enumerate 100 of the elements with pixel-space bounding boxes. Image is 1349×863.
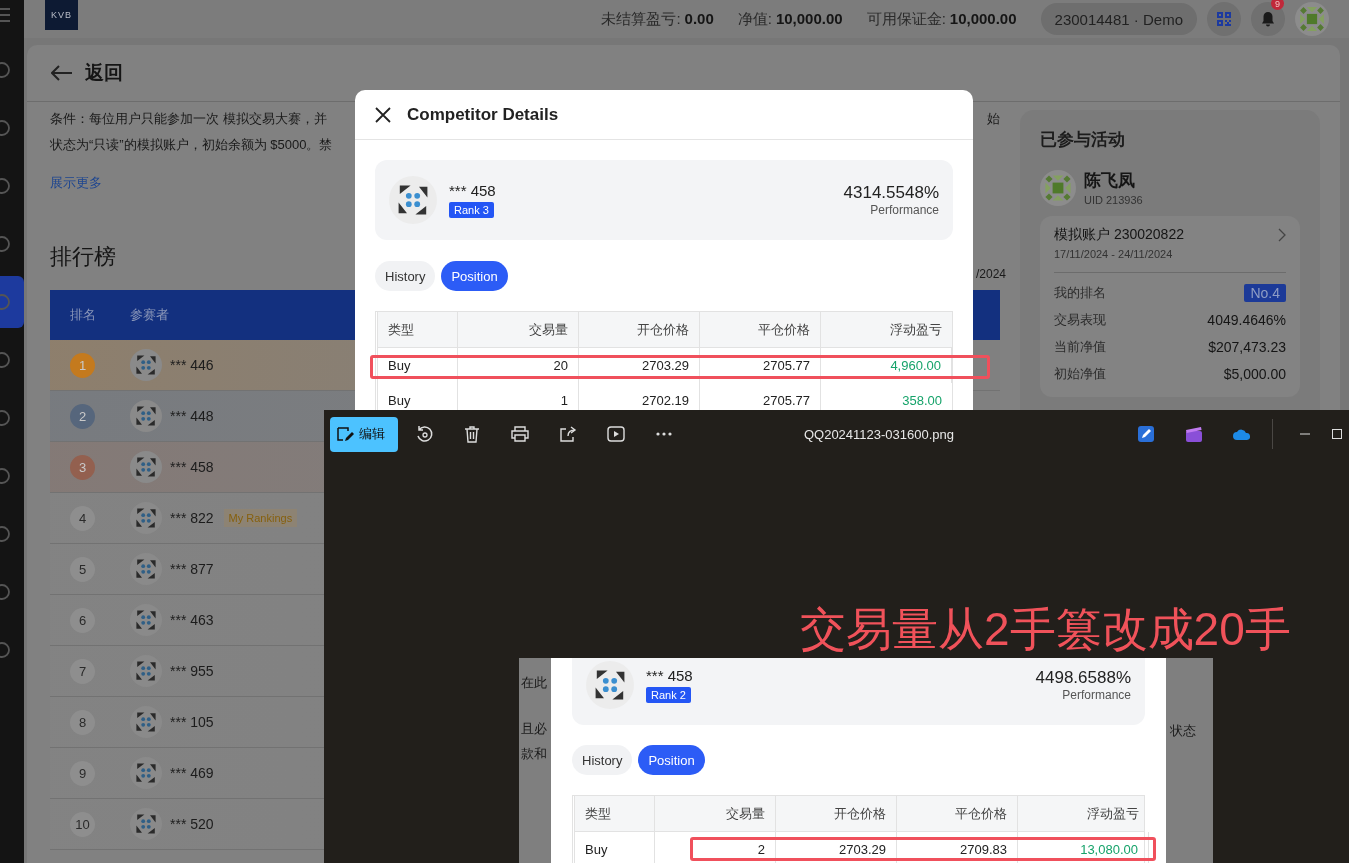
- column-header: 排名: [69, 306, 97, 324]
- avatar-icon: [130, 349, 162, 381]
- account-pill[interactable]: 230014481 · Demo: [1040, 3, 1197, 35]
- qr-code-icon: [1216, 11, 1232, 27]
- text-fragment: 且必: [521, 720, 547, 738]
- more-icon: [656, 432, 672, 436]
- minimize-icon: [1300, 433, 1310, 435]
- table-cell-text: 358.00: [901, 392, 943, 410]
- avatar-icon: [130, 808, 162, 840]
- avatar-icon: [130, 706, 162, 738]
- column-header: 浮动盈亏: [889, 320, 943, 339]
- performance-value: 4498.6588%: [1035, 668, 1131, 688]
- stat-value: 10,000.00: [949, 9, 1017, 29]
- play-icon: [607, 426, 625, 442]
- stat-value: 0.00: [684, 9, 714, 29]
- tab[interactable]: History: [375, 261, 436, 291]
- avatar-icon: [130, 553, 162, 585]
- rank-badge: 2: [70, 403, 95, 429]
- notification-button[interactable]: 9: [1251, 2, 1285, 36]
- back-arrow-icon[interactable]: [51, 65, 73, 81]
- competitor-name: *** 458: [449, 182, 496, 199]
- participant-name: *** 463: [170, 612, 214, 628]
- close-icon: [375, 106, 391, 123]
- avatar-icon: [1040, 169, 1076, 206]
- date-range: 17/11/2024 - 24/11/2024: [1054, 248, 1174, 260]
- user-avatar: [1295, 2, 1329, 36]
- rank-badge: 9: [70, 760, 95, 786]
- back-link[interactable]: 返回: [85, 60, 123, 86]
- account-card[interactable]: 模拟账户 230020822 17/11/2024 - 24/11/2024 我的排名 No.4 交易表现 4049.4646% 当前净值 $207,473.23 初始净值 $5,000.00: [1040, 216, 1300, 397]
- rotate-icon: [415, 425, 433, 443]
- bell-icon: [1261, 11, 1275, 27]
- rank-badge: 6: [70, 607, 95, 633]
- participant-name: *** 105: [170, 714, 214, 730]
- text-fragment: 在此: [521, 674, 547, 692]
- rank-badge: 8: [70, 709, 95, 735]
- my-rankings-tag: My Rankings: [223, 509, 298, 527]
- rank-badge: 10: [70, 811, 95, 837]
- avatar-icon: [130, 400, 162, 432]
- rank-badge: 4: [70, 505, 95, 531]
- avatar-icon: [130, 451, 162, 483]
- column-header: 浮动盈亏: [1086, 804, 1140, 823]
- performance-label: Performance: [869, 203, 939, 217]
- avatar-icon: [130, 604, 162, 636]
- conditions-text: 始: [987, 110, 1000, 128]
- date-range: /2024: [975, 267, 1006, 281]
- chevron-right-icon: [1278, 228, 1286, 242]
- stat-value: $207,473.23: [1208, 338, 1286, 355]
- rank-badge: 3: [70, 454, 95, 480]
- dialog-title: Competitor Details: [407, 104, 559, 125]
- stat-label: 未结算盈亏:: [601, 9, 681, 29]
- text-fragment: 状态: [1170, 722, 1196, 740]
- participant-name: *** 469: [170, 765, 214, 781]
- tab[interactable]: Position: [441, 261, 508, 291]
- stat-value: $5,000.00: [1223, 365, 1286, 382]
- printer-icon: [511, 426, 529, 442]
- participant-name: *** 955: [170, 663, 214, 679]
- column-header: 开仓价格: [776, 796, 897, 831]
- notification-badge: 9: [1271, 0, 1284, 10]
- column-header: 参赛者: [130, 306, 169, 324]
- participant-name: *** 458: [170, 459, 214, 475]
- participant-name: *** 520: [170, 816, 214, 832]
- stat-label: 净值:: [737, 9, 772, 29]
- logo: KVB: [45, 0, 78, 30]
- image-edit-icon: [336, 425, 354, 443]
- annotation-text: 交易量从2手篡改成20手: [800, 603, 1291, 655]
- table-cell: Buy: [575, 832, 655, 863]
- avatar-icon: [130, 655, 162, 687]
- file-name: QQ20241123-031600.png: [802, 426, 956, 442]
- cloud-icon: [1232, 427, 1252, 441]
- stat-label: 初始净值: [1054, 364, 1106, 383]
- rank-badge: 1: [70, 352, 95, 378]
- rank-badge: 7: [70, 658, 95, 684]
- participant-name: *** 822: [170, 510, 214, 526]
- stat-label: 交易表现: [1054, 310, 1106, 329]
- participant-name: *** 877: [170, 561, 214, 577]
- participant-name: *** 446: [170, 357, 214, 373]
- avatar-icon: [130, 757, 162, 789]
- column-header: 交易量: [458, 312, 579, 347]
- column-header: 开仓价格: [579, 312, 700, 347]
- conditions-text: 状态为“只读”的模拟账户，初始余额为 $5000。禁: [50, 136, 333, 154]
- rank-badge: Rank 3: [449, 202, 494, 218]
- user-id: UID 213936: [1084, 194, 1143, 206]
- column-header: 类型: [575, 796, 655, 831]
- tab[interactable]: Position: [638, 745, 705, 775]
- maximize-icon: [1332, 429, 1342, 439]
- user-name: 陈飞凤: [1084, 170, 1136, 192]
- avatar-icon: [130, 502, 162, 534]
- qr-code-button[interactable]: [1207, 2, 1241, 36]
- performance-label: Performance: [1061, 688, 1131, 702]
- performance-value: 4314.5548%: [843, 183, 939, 203]
- tab[interactable]: History: [572, 745, 633, 775]
- nav-item[interactable]: [0, 276, 24, 328]
- rank-badge: No.4: [1244, 283, 1286, 302]
- column-header: 交易量: [655, 796, 776, 831]
- panel-title: 已参与活动: [1040, 129, 1126, 151]
- account-name: 模拟账户 230020822: [1054, 226, 1184, 244]
- stat-value: 10,000.00: [775, 9, 843, 29]
- edit-button[interactable]: 编辑: [330, 416, 398, 452]
- stat-value: 4049.4646%: [1207, 311, 1286, 328]
- close-button[interactable]: [375, 106, 391, 123]
